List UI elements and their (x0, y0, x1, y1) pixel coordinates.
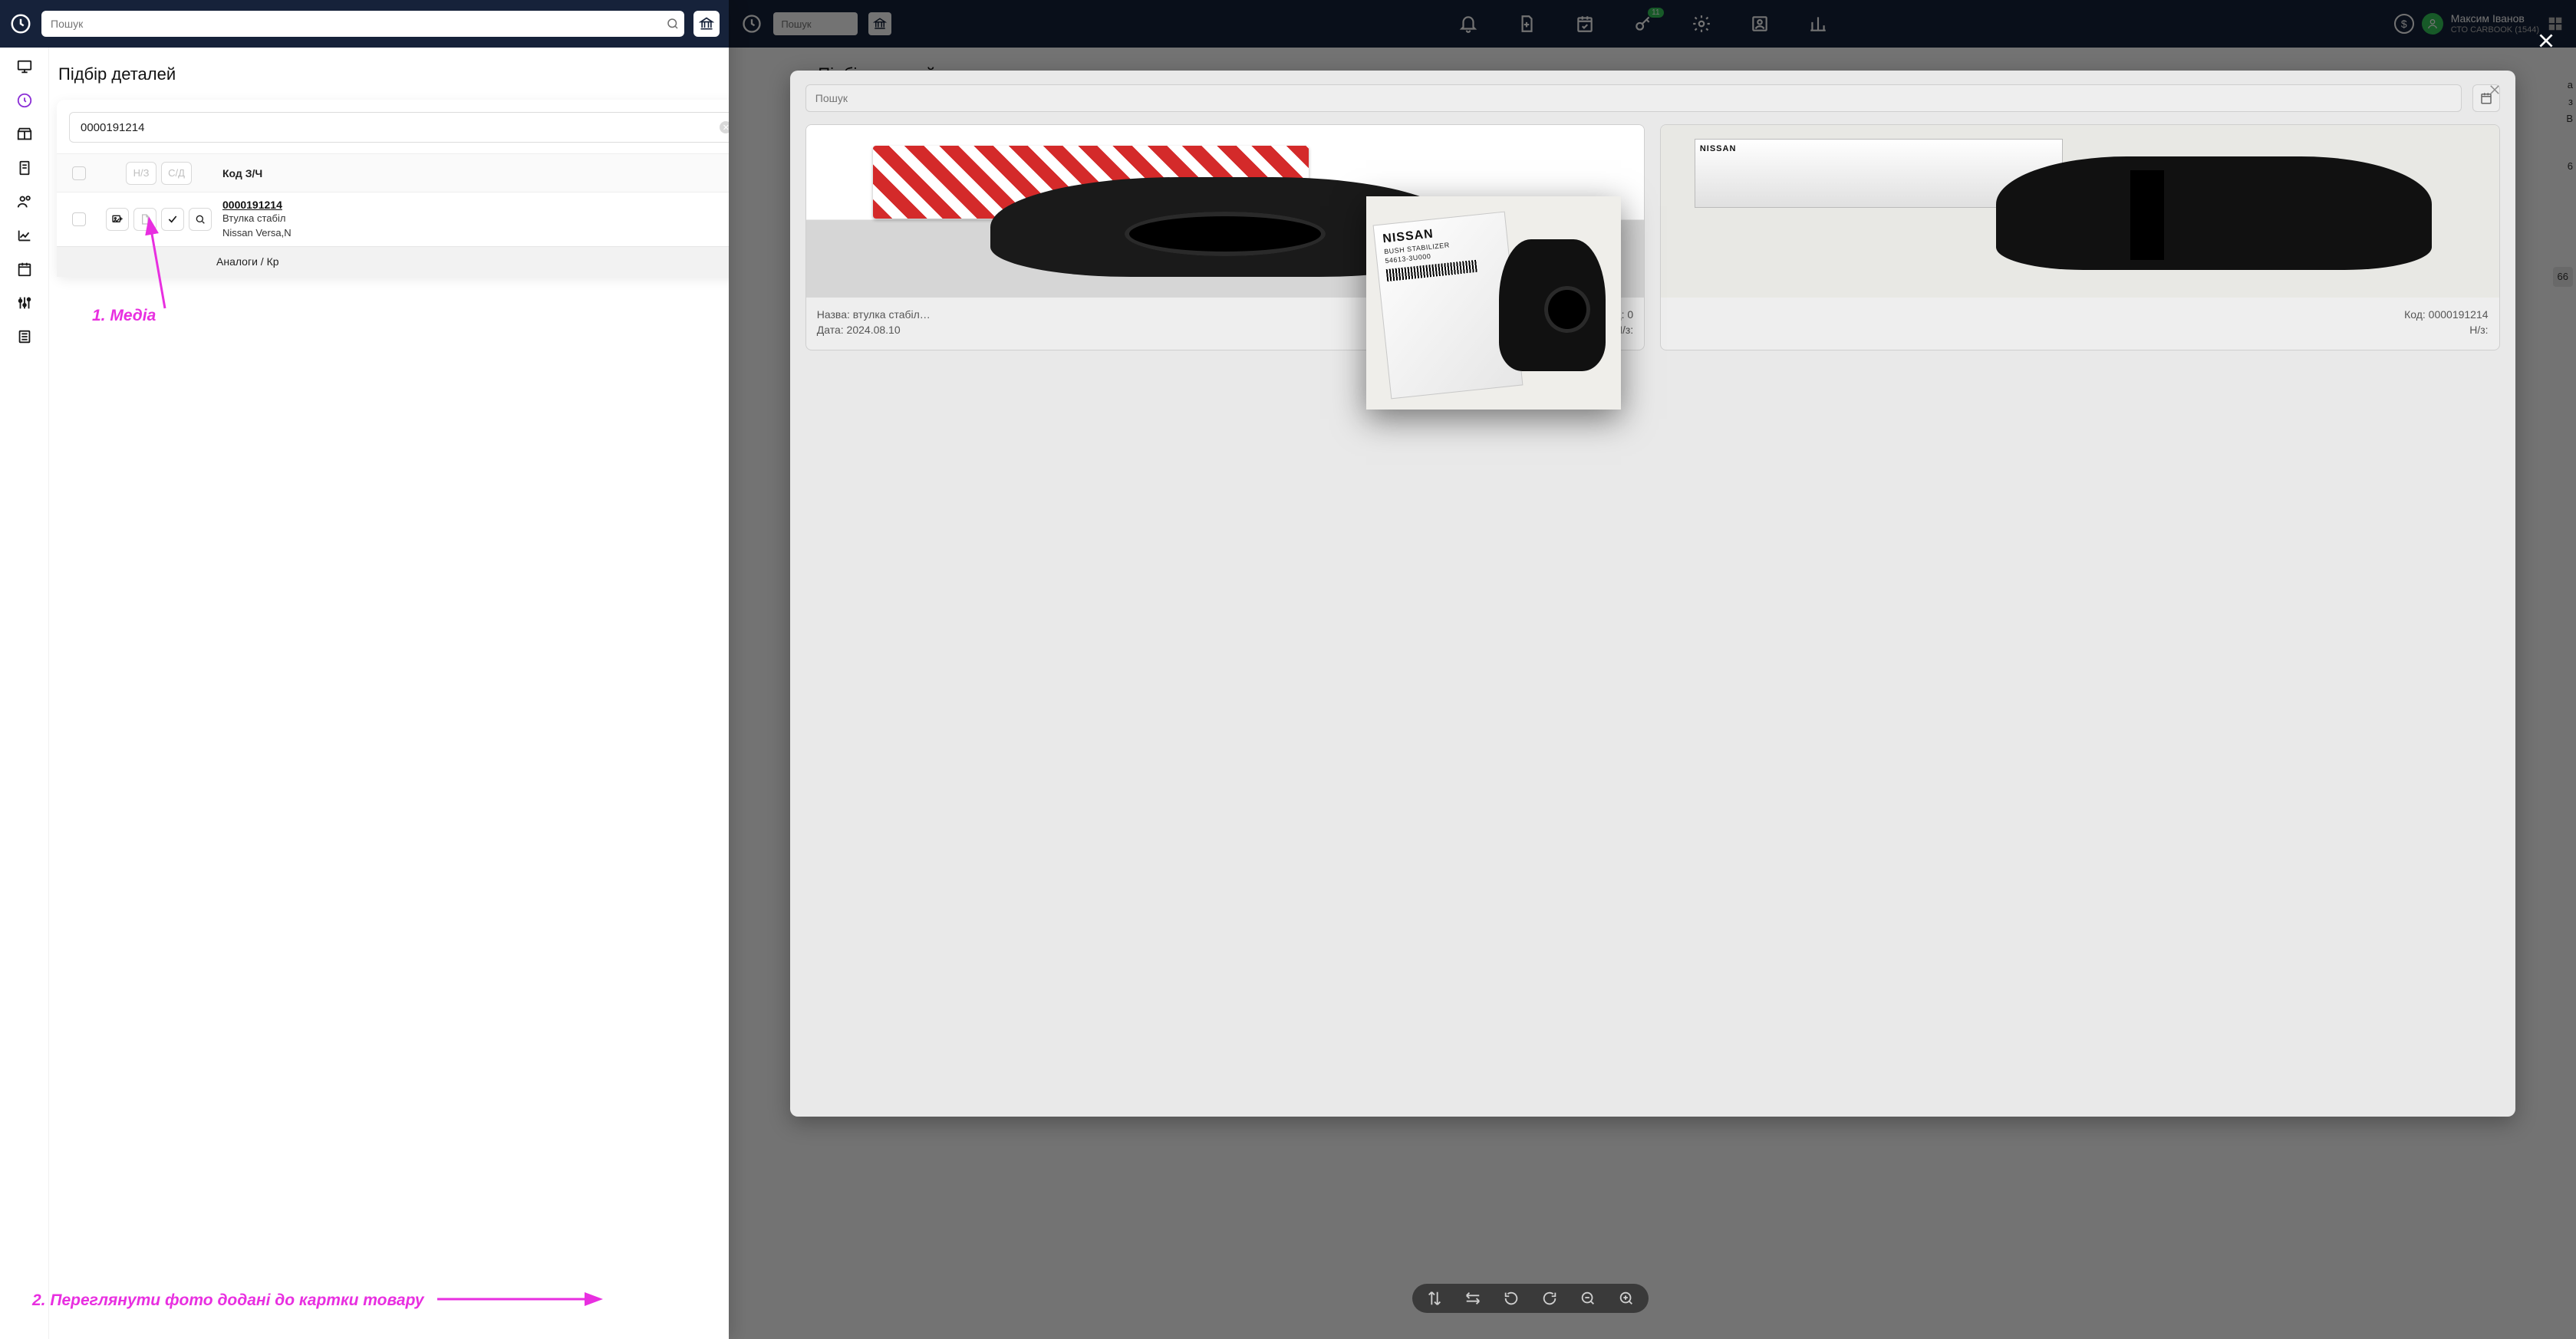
part-name: Втулка стабіл (222, 212, 729, 225)
row-checkbox[interactable] (72, 212, 86, 226)
table-row: 0000191214 Втулка стабіл Nissan Versa,N (57, 192, 729, 246)
check-button[interactable] (161, 208, 184, 231)
nav-sliders-icon[interactable] (16, 294, 33, 311)
nav-calendar-icon[interactable] (16, 261, 33, 278)
nav-list-icon[interactable] (16, 328, 33, 345)
modal-top-row (805, 84, 2500, 112)
zoom-out-icon[interactable] (1580, 1290, 1596, 1307)
global-search-input[interactable] (51, 18, 666, 30)
media-modal: Назва: втулка стабіл… Код: 0 Дата: 2024.… (790, 71, 2515, 1117)
page-title: Підбір деталей (57, 64, 729, 84)
zoom-in-icon[interactable] (1618, 1290, 1635, 1307)
left-panel: Підбір деталей ✕ Н/З С/Д Код З/Ч (0, 0, 729, 1339)
left-main: Підбір деталей ✕ Н/З С/Д Код З/Ч (49, 48, 729, 1339)
code-label: Код: (2404, 308, 2426, 321)
name-label: Назва: (817, 308, 850, 321)
media-thumb: NISSAN (1661, 125, 2499, 298)
clear-icon[interactable]: ✕ (720, 121, 729, 133)
nav-chart-icon[interactable] (16, 227, 33, 244)
nav-monitor-icon[interactable] (16, 58, 33, 75)
analogs-label: Аналоги / Кр (216, 255, 279, 268)
media-gallery: Назва: втулка стабіл… Код: 0 Дата: 2024.… (805, 124, 2500, 350)
nz-label: Н/з: (2469, 324, 2488, 336)
flip-horizontal-icon[interactable] (1464, 1290, 1481, 1307)
search-icon (666, 17, 680, 31)
media-card[interactable]: NISSAN Код: 0000191214 Н/з: (1660, 124, 2499, 350)
code-input[interactable] (69, 112, 729, 143)
nav-box-icon[interactable] (16, 126, 33, 143)
global-search[interactable] (41, 11, 684, 37)
left-body: Підбір деталей ✕ Н/З С/Д Код З/Ч (0, 48, 729, 1339)
rotate-right-icon[interactable] (1541, 1290, 1558, 1307)
close-viewer-icon[interactable] (2536, 31, 2556, 51)
image-preview[interactable]: NISSAN BUSH STABILIZER 54613-3U000 (1366, 196, 1621, 410)
code-value: 0 (1627, 308, 1633, 321)
select-all-checkbox[interactable] (72, 166, 86, 180)
date-label: Дата: (817, 324, 844, 336)
table-header-row: Н/З С/Д Код З/Ч (57, 153, 729, 192)
part-vehicles: Nissan Versa,N (222, 227, 729, 240)
part-code-link[interactable]: 0000191214 (222, 199, 282, 211)
left-header (0, 0, 729, 48)
bag-brand: NISSAN (1695, 140, 2063, 153)
media-info: Код: 0000191214 Н/з: (1661, 298, 2499, 350)
date-value: 2024.08.10 (847, 324, 901, 336)
table-footer-row: Аналоги / Кр (57, 246, 729, 277)
doc-button[interactable] (133, 208, 156, 231)
search-button[interactable] (189, 208, 212, 231)
left-iconbar (0, 48, 49, 1339)
viewer-toolbar (1412, 1284, 1649, 1313)
modal-search[interactable] (805, 84, 2462, 112)
flip-vertical-icon[interactable] (1426, 1290, 1443, 1307)
modal-search-input[interactable] (815, 92, 2452, 104)
col-code-header: Код З/Ч (216, 167, 729, 179)
media-button[interactable] (106, 208, 129, 231)
filter-sd-button[interactable]: С/Д (161, 162, 192, 185)
row-code-cell: 0000191214 Втулка стабіл Nissan Versa,N (216, 199, 729, 240)
dark-overlay: Назва: втулка стабіл… Код: 0 Дата: 2024.… (729, 0, 2576, 1339)
modal-close-icon[interactable] (2488, 83, 2502, 97)
app-logo-icon (9, 12, 32, 35)
nav-users-icon[interactable] (16, 193, 33, 210)
nav-doc-icon[interactable] (16, 160, 33, 176)
nav-dashboard-icon[interactable] (16, 92, 33, 109)
preview-bushing-hole (1544, 286, 1590, 333)
rotate-left-icon[interactable] (1503, 1290, 1520, 1307)
parts-table: Н/З С/Д Код З/Ч (57, 153, 729, 277)
bank-button[interactable] (693, 11, 720, 37)
code-value: 0000191214 (2429, 308, 2489, 321)
name-value: втулка стабіл… (853, 308, 931, 321)
parts-card: ✕ Н/З С/Д Код З/Ч (57, 100, 729, 277)
filter-hz-button[interactable]: Н/З (126, 162, 156, 185)
